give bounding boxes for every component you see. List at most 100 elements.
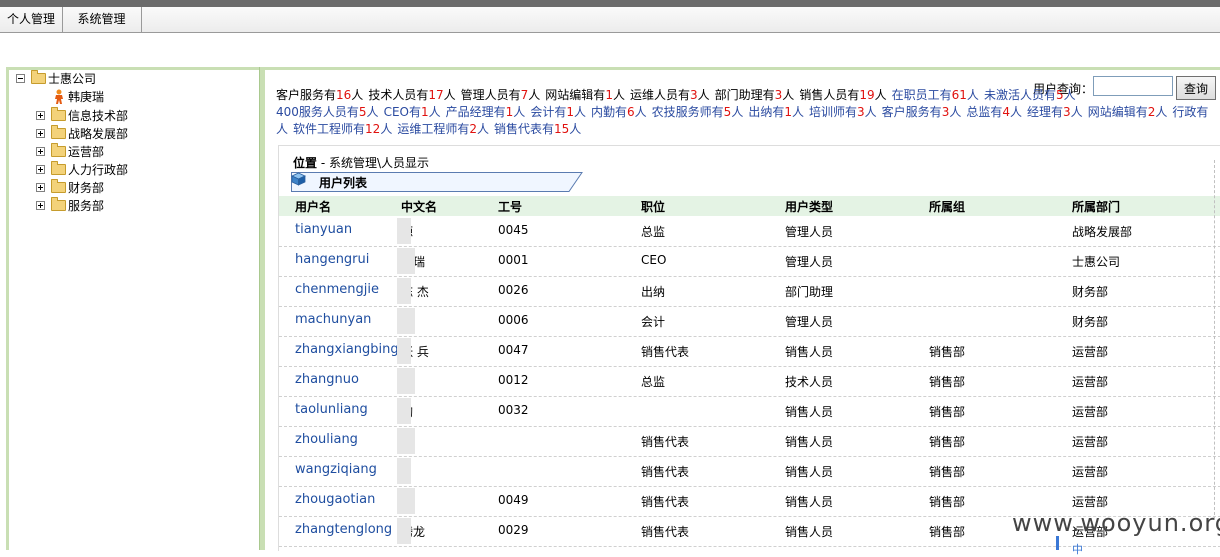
table-row[interactable]: machunyan艳0006会计管理人员财务部 [279, 306, 1220, 337]
expand-icon[interactable] [36, 129, 45, 138]
stat-item[interactable]: 未激活人员有5人 [984, 88, 1076, 102]
table-row[interactable]: zhangxiangbing 张 兵 0047 销售代表 销售人员 销售部 运营部 [279, 336, 1220, 367]
stat-item[interactable]: 培训师有3人 [809, 105, 877, 119]
stat-label[interactable]: 行政有 [1172, 105, 1208, 119]
stat-item[interactable]: 在职员工有61人 [892, 88, 979, 102]
col-employee-id[interactable]: 工号 [498, 198, 522, 215]
tree-user-label: 韩庚瑞 [68, 90, 105, 104]
table-row[interactable]: tianyuan源0045总监管理人员战略发展部 [279, 216, 1220, 247]
stat-count: 3 [1063, 105, 1071, 119]
stat-item[interactable]: CEO有1人 [384, 105, 441, 119]
stat-item[interactable]: 运维工程师有2人 [397, 122, 489, 136]
stats-line-3: 人软件工程师有12人 运维工程师有2人 销售代表有15人 [276, 121, 1216, 138]
stat-item[interactable]: 客户服务有3人 [882, 105, 962, 119]
table-row[interactable]: zhouliang 销售代表 销售人员 销售部 运营部 [279, 426, 1220, 457]
col-group[interactable]: 所属组 [929, 198, 965, 215]
tree-root-label: 士惠公司 [48, 72, 97, 86]
cell-username[interactable]: hangengrui [295, 252, 369, 267]
cell-department: 运营部 [1072, 405, 1109, 419]
stat-item[interactable]: 软件工程师有12人 [293, 122, 392, 136]
cell-username[interactable]: chenmengjie [295, 282, 379, 297]
expand-icon[interactable] [36, 147, 45, 156]
cell-group: 销售部 [929, 525, 966, 539]
stat-unit: 人 [966, 88, 979, 102]
stat-label[interactable]: 软件工程师有 [293, 122, 365, 136]
stat-label[interactable]: 会计有 [530, 105, 566, 119]
stat-item[interactable]: 人 [276, 122, 288, 136]
cell-user-type: 销售人员 [785, 495, 834, 509]
stat-item[interactable]: 行政有 [1172, 105, 1208, 119]
stat-label[interactable]: 农技服务师有 [652, 105, 724, 119]
tab-system-management[interactable]: 系统管理 [62, 7, 142, 32]
col-username[interactable]: 用户名 [295, 198, 331, 215]
cell-username[interactable]: taolunliang [295, 402, 368, 417]
collapse-icon[interactable] [16, 74, 25, 83]
cell-username[interactable]: machunyan [295, 312, 371, 327]
folder-icon [51, 107, 66, 121]
stat-item[interactable]: 400服务人员有5人 [276, 105, 379, 119]
stat-item[interactable]: 销售代表有15人 [494, 122, 581, 136]
stat-item[interactable]: 经理有3人 [1027, 105, 1083, 119]
table-row[interactable]: zhangnuo张0012总监技术人员销售部运营部 [279, 366, 1220, 397]
stat-label[interactable]: 网站编辑有 [1088, 105, 1148, 119]
col-chinese-name[interactable]: 中文名 [401, 198, 437, 215]
stat-item: 运维人员有3人 [630, 88, 710, 102]
stat-label[interactable]: 在职员工有 [892, 88, 952, 102]
stat-label[interactable]: 客户服务有 [882, 105, 942, 119]
stat-label[interactable]: 运维工程师有 [397, 122, 469, 136]
col-position[interactable]: 职位 [641, 198, 665, 215]
table-row[interactable]: wangziqiang 销售代表 销售人员 销售部 运营部 [279, 456, 1220, 487]
expand-icon[interactable] [36, 201, 45, 210]
frame-border-left [6, 67, 9, 550]
expand-icon[interactable] [36, 111, 45, 120]
table-row[interactable]: chenmengjie 陈 杰 0026 出纳 部门助理 财务部 [279, 276, 1220, 307]
tree-dept-label: 服务部 [68, 199, 105, 213]
bottom-marker [1056, 536, 1059, 550]
cell-username[interactable]: tianyuan [295, 222, 352, 237]
stat-label[interactable]: 销售代表有 [494, 122, 554, 136]
stat-label[interactable]: 出纳有 [748, 105, 784, 119]
expand-icon[interactable] [36, 165, 45, 174]
stat-count: 16 [336, 88, 352, 102]
stat-item[interactable]: 内勤有6人 [591, 105, 647, 119]
cell-username[interactable]: zhangxiangbing [295, 342, 399, 357]
cell-department: 财务部 [1072, 315, 1109, 329]
cell-username[interactable]: wangziqiang [295, 462, 377, 477]
stat-label[interactable]: CEO有 [384, 105, 421, 119]
stat-item[interactable]: 网站编辑有2人 [1088, 105, 1168, 119]
stat-unit: 人 [864, 105, 877, 119]
stat-item[interactable]: 总监有4人 [966, 105, 1022, 119]
stat-count: 4 [1002, 105, 1010, 119]
stat-label[interactable]: 培训师有 [809, 105, 857, 119]
expand-icon[interactable] [36, 183, 45, 192]
stat-label[interactable]: 产品经理有 [446, 105, 506, 119]
stat-item: 部门助理有3人 [715, 88, 795, 102]
cell-employee-id: 0045 [498, 223, 529, 237]
cell-username[interactable]: zhangtenglong [295, 522, 392, 537]
stat-label[interactable]: 经理有 [1027, 105, 1063, 119]
panel-splitter[interactable] [259, 67, 265, 550]
stat-item[interactable]: 产品经理有1人 [446, 105, 526, 119]
stat-item: 管理人员有7人 [461, 88, 541, 102]
table-row[interactable]: taolunliang陶0032销售人员销售部运营部 [279, 396, 1220, 427]
stat-label[interactable]: 400服务人员有 [276, 105, 359, 119]
stat-item[interactable]: 出纳有1人 [748, 105, 804, 119]
stat-item[interactable]: 会计有1人 [530, 105, 586, 119]
stat-unit: 人 [380, 122, 393, 136]
privacy-mosaic [397, 218, 411, 244]
stat-label[interactable]: 未激活人员有 [984, 88, 1056, 102]
col-department[interactable]: 所属部门 [1072, 198, 1120, 215]
stat-label: 管理人员有 [460, 88, 521, 102]
cell-username[interactable]: zhangnuo [295, 372, 359, 387]
cell-employee-id: 0047 [498, 343, 529, 357]
stat-label[interactable]: 总监有 [966, 105, 1002, 119]
cell-username[interactable]: zhougaotian [295, 492, 375, 507]
table-row[interactable]: hangengrui庚瑞0001CEO管理人员士惠公司 [279, 246, 1220, 277]
cell-position: 总监 [641, 375, 666, 389]
cell-username[interactable]: zhouliang [295, 432, 358, 447]
col-user-type[interactable]: 用户类型 [785, 198, 833, 215]
stat-label[interactable]: 内勤有 [591, 105, 627, 119]
cell-group: 销售部 [929, 375, 966, 389]
stat-item[interactable]: 农技服务师有5人 [652, 105, 744, 119]
tab-personal-management[interactable]: 个人管理 [0, 7, 63, 32]
